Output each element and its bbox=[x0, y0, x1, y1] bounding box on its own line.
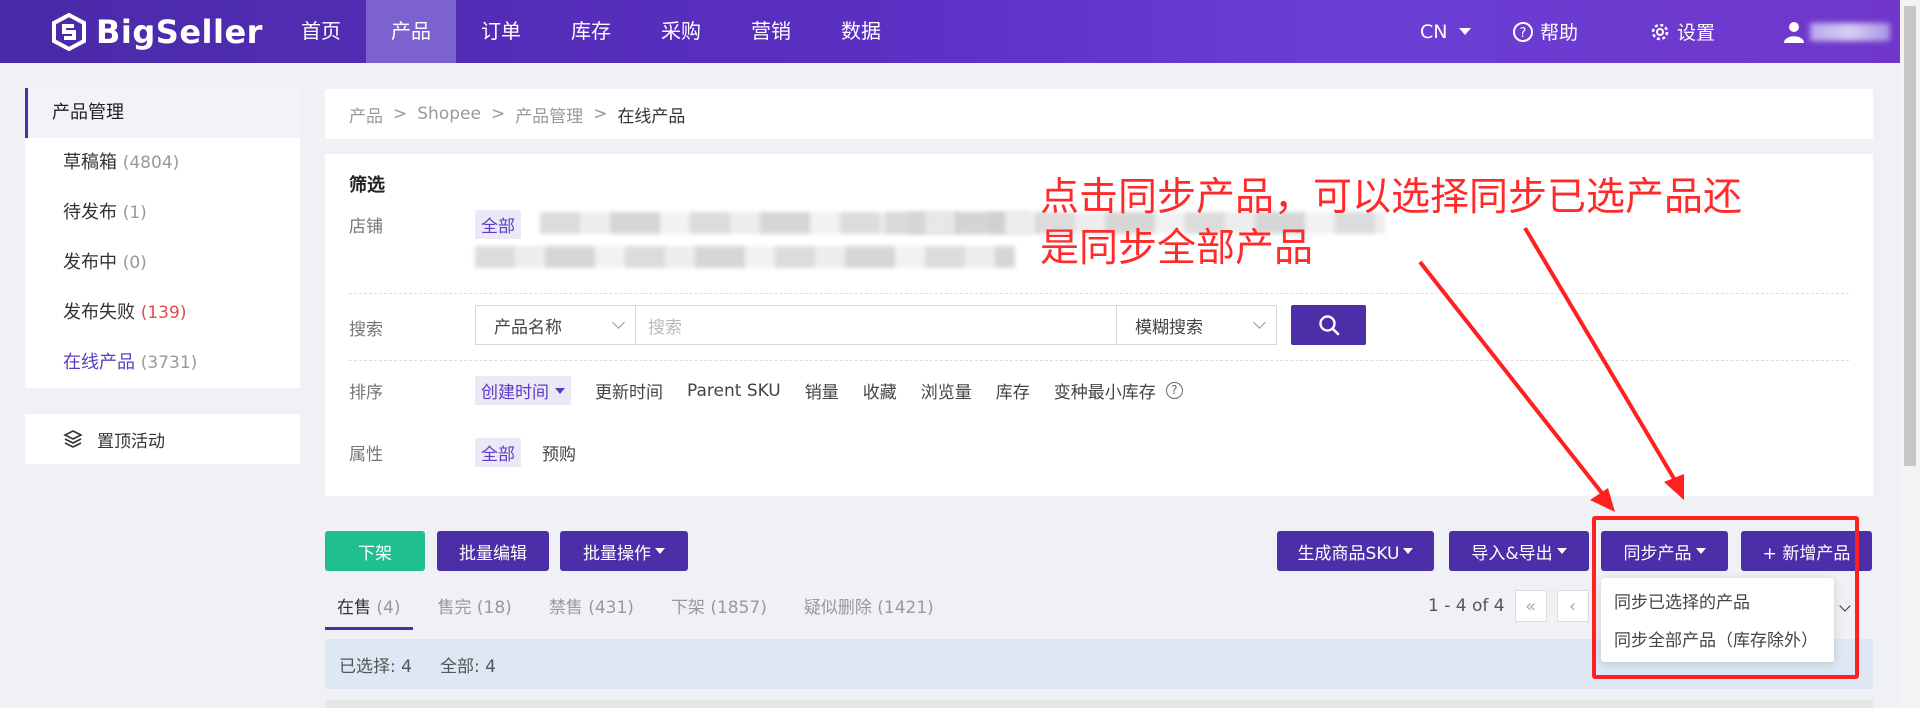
arrow-to-sync-button bbox=[1418, 260, 1615, 512]
annotation-arrows bbox=[1418, 226, 1684, 512]
arrow-to-dropdown bbox=[1523, 226, 1684, 500]
